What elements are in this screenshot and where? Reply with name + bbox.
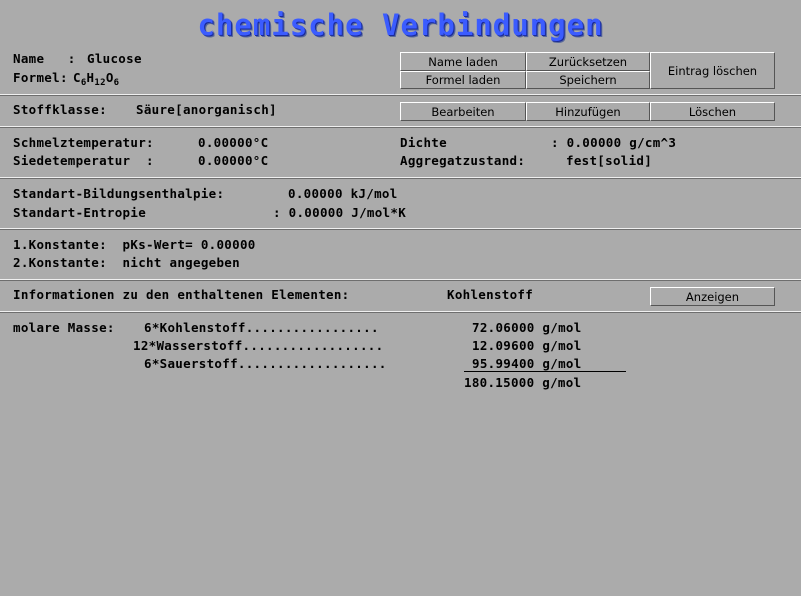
divider xyxy=(0,177,801,179)
load-formula-button[interactable]: Formel laden xyxy=(400,71,526,89)
constant-2: 2.Konstante: nicht angegeben xyxy=(13,255,240,270)
mass-value-carbon: 72.06000 g/mol xyxy=(472,320,582,335)
sum-line xyxy=(464,371,626,372)
formula-subscript: 6 xyxy=(113,78,120,88)
density-value: : 0.00000 g/cm^3 xyxy=(551,135,677,150)
class-label: Stoffklasse: xyxy=(13,102,107,117)
constant-1: 1.Konstante: pKs-Wert= 0.00000 xyxy=(13,237,256,252)
melting-value: 0.00000°C xyxy=(198,135,269,150)
mass-term-carbon: 6*Kohlenstoff................. xyxy=(144,320,379,335)
add-button[interactable]: Hinzufügen xyxy=(526,102,650,121)
class-value: Säure[anorganisch] xyxy=(136,102,277,117)
elements-selected: Kohlenstoff xyxy=(447,287,534,302)
density-label: Dichte xyxy=(400,135,447,150)
molar-mass-label: molare Masse: xyxy=(13,320,115,335)
formula-subscript: 12 xyxy=(94,78,106,88)
name-label: Name : xyxy=(13,51,76,66)
formula-element: C xyxy=(73,70,81,85)
formula-value: C6H12O6 xyxy=(73,70,120,88)
mass-term-hydrogen: 12*Wasserstoff.................. xyxy=(133,338,384,353)
enthalpy-label: Standart-Bildungsenthalpie: xyxy=(13,186,225,201)
mass-term-oxygen: 6*Sauerstoff................... xyxy=(144,356,387,371)
state-value: fest[solid] xyxy=(566,153,653,168)
divider xyxy=(0,311,801,313)
mass-total: 180.15000 g/mol xyxy=(464,375,582,390)
state-label: Aggregatzustand: xyxy=(400,153,526,168)
mass-value-oxygen: 95.99400 g/mol xyxy=(472,356,582,371)
delete-entry-button[interactable]: Eintrag löschen xyxy=(650,52,775,89)
reset-button[interactable]: Zurücksetzen xyxy=(526,52,650,71)
formula-subscript: 6 xyxy=(80,78,87,88)
formula-label: Formel: xyxy=(13,70,68,85)
name-value: Glucose xyxy=(87,51,142,66)
mass-value-hydrogen: 12.09600 g/mol xyxy=(472,338,582,353)
edit-button[interactable]: Bearbeiten xyxy=(400,102,526,121)
entropy-value: : 0.00000 J/mol*K xyxy=(273,205,407,220)
divider xyxy=(0,228,801,230)
divider xyxy=(0,94,801,96)
divider xyxy=(0,279,801,281)
enthalpy-value: 0.00000 kJ/mol xyxy=(288,186,398,201)
delete-button[interactable]: Löschen xyxy=(650,102,775,121)
load-name-button[interactable]: Name laden xyxy=(400,52,526,71)
elements-label: Informationen zu den enthaltenen Element… xyxy=(13,287,350,302)
formula-element: O xyxy=(105,70,114,85)
entropy-label: Standart-Entropie xyxy=(13,205,147,220)
app-title: chemische Verbindungen xyxy=(197,8,604,42)
save-button[interactable]: Speichern xyxy=(526,71,650,89)
divider xyxy=(0,126,801,128)
boiling-value: 0.00000°C xyxy=(198,153,269,168)
boiling-label: Siedetemperatur : xyxy=(13,153,154,168)
show-element-button[interactable]: Anzeigen xyxy=(650,287,775,306)
melting-label: Schmelztemperatur: xyxy=(13,135,154,150)
